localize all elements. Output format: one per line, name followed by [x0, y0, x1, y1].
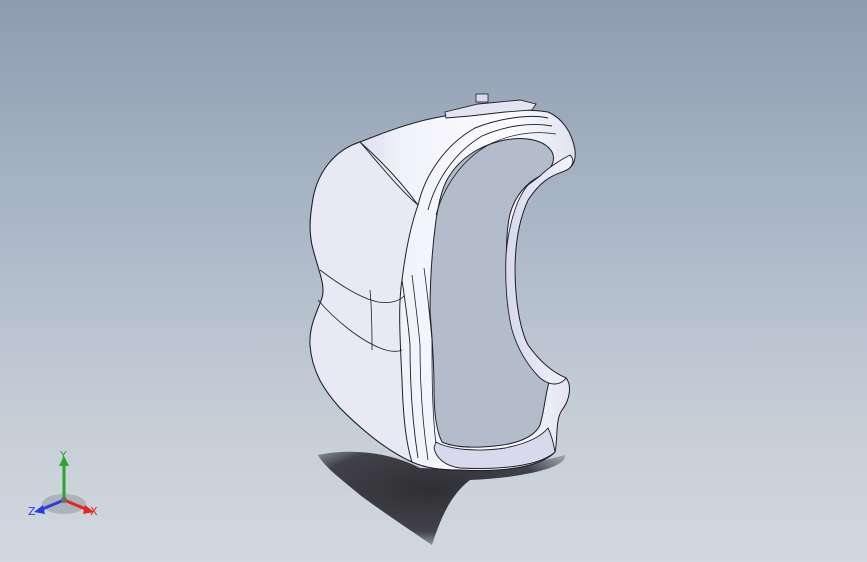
- x-axis-label: X: [90, 505, 98, 518]
- z-axis-label: Z: [28, 505, 36, 518]
- triad-origin: [61, 497, 67, 503]
- graphics-viewport[interactable]: Y X Z: [0, 0, 867, 562]
- y-axis-label: Y: [60, 449, 67, 462]
- model-3d-view[interactable]: [0, 0, 867, 562]
- coordinate-triad: Y X Z: [22, 448, 112, 528]
- model-clip-tab: [475, 93, 489, 103]
